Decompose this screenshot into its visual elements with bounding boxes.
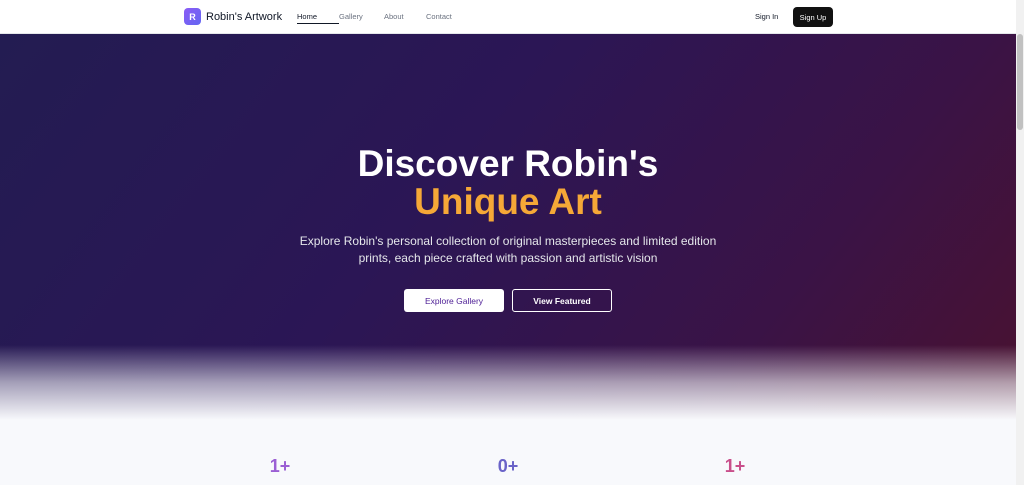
hero-title-line2: Unique Art xyxy=(414,181,602,222)
explore-gallery-button[interactable]: Explore Gallery xyxy=(404,289,504,312)
stat-value: 0+ xyxy=(497,456,519,476)
top-navbar: R Robin's Artwork Home Gallery About Con… xyxy=(0,0,1024,34)
view-featured-button[interactable]: View Featured xyxy=(512,289,612,312)
stat-value: 1+ xyxy=(724,456,746,476)
brand-logo-icon: R xyxy=(184,8,201,25)
sign-in-button[interactable]: Sign In xyxy=(755,12,778,21)
stats-section: 1+ 0+ 1+ xyxy=(0,420,1016,485)
nav-link-about[interactable]: About xyxy=(384,12,426,21)
page-scrollbar[interactable] xyxy=(1016,0,1024,485)
nav-links: Home Gallery About Contact xyxy=(297,12,452,24)
brand[interactable]: R Robin's Artwork xyxy=(184,8,282,25)
hero-fade-overlay xyxy=(0,345,1016,420)
scrollbar-thumb[interactable] xyxy=(1017,34,1023,130)
hero-section: Discover Robin's Unique Art Explore Robi… xyxy=(0,34,1016,420)
nav-link-gallery[interactable]: Gallery xyxy=(339,12,384,21)
stat-value: 1+ xyxy=(269,456,291,476)
hero-title-line1: Discover Robin's xyxy=(357,143,659,184)
brand-name: Robin's Artwork xyxy=(206,10,283,23)
hero-subtitle: Explore Robin's personal collection of o… xyxy=(299,234,717,265)
sign-up-button[interactable]: Sign Up xyxy=(793,7,833,27)
nav-link-home[interactable]: Home xyxy=(297,12,339,24)
nav-link-contact[interactable]: Contact xyxy=(426,12,452,21)
